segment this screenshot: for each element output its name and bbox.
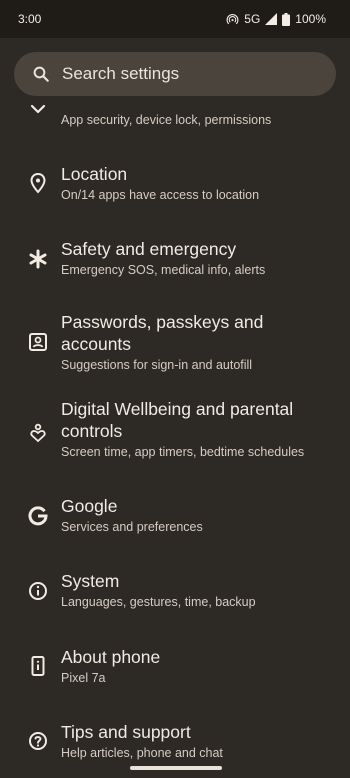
account-box-icon — [29, 333, 47, 351]
google-g-icon — [28, 506, 48, 526]
setting-title: Google — [61, 496, 118, 516]
setting-title: Digital Wellbeing and parental controls — [61, 399, 294, 441]
setting-subtitle: Suggestions for sign-in and autofill — [61, 358, 253, 372]
location-pin-icon — [30, 172, 46, 194]
setting-subtitle: Emergency SOS, medical info, alerts — [61, 263, 266, 277]
setting-item-safety[interactable]: Safety and emergency Emergency SOS, medi… — [0, 233, 350, 289]
setting-item-about-phone[interactable]: About phone Pixel 7a — [0, 646, 350, 702]
setting-item-security[interactable]: App security, device lock, permissions — [0, 96, 350, 136]
battery-icon — [282, 12, 291, 26]
status-bar: 3:00 5G 100% — [0, 0, 350, 38]
setting-subtitle: Services and preferences — [61, 520, 203, 534]
status-time: 3:00 — [18, 12, 42, 26]
hotspot-icon — [226, 13, 239, 24]
phone-info-icon — [31, 656, 45, 676]
search-bar[interactable]: Search settings — [14, 52, 336, 96]
wellbeing-icon — [30, 423, 46, 443]
setting-item-location[interactable]: Location On/14 apps have access to locat… — [0, 158, 350, 214]
setting-item-passwords[interactable]: Passwords, passkeys and accounts Suggest… — [0, 308, 350, 386]
setting-item-digital-wellbeing[interactable]: Digital Wellbeing and parental controls … — [0, 399, 350, 474]
home-gesture-bar[interactable] — [130, 766, 222, 770]
setting-subtitle: Screen time, app timers, bedtime schedul… — [61, 445, 305, 459]
battery-percent: 100% — [295, 12, 326, 26]
setting-subtitle: App security, device lock, permissions — [61, 113, 272, 127]
search-icon — [33, 66, 49, 82]
info-icon — [29, 582, 47, 600]
status-icons: 5G 100% — [226, 12, 326, 26]
asterisk-icon — [29, 249, 47, 269]
search-placeholder: Search settings — [62, 64, 180, 83]
settings-list[interactable]: App security, device lock, permissions L… — [0, 96, 350, 778]
setting-subtitle: Pixel 7a — [61, 671, 106, 685]
setting-title: Passwords, passkeys and accounts — [61, 312, 264, 354]
setting-item-google[interactable]: Google Services and preferences — [0, 494, 350, 550]
setting-title: Safety and emergency — [61, 239, 237, 259]
network-type-label: 5G — [244, 12, 261, 26]
signal-icon — [265, 13, 278, 25]
setting-title: Location — [61, 164, 128, 184]
setting-title: Tips and support — [61, 722, 191, 742]
setting-subtitle: Help articles, phone and chat — [61, 746, 223, 760]
setting-title: About phone — [61, 647, 161, 667]
setting-subtitle: On/14 apps have access to location — [61, 188, 260, 202]
setting-subtitle: Languages, gestures, time, backup — [61, 595, 256, 609]
setting-title: System — [61, 571, 120, 591]
help-circle-icon — [29, 732, 47, 750]
security-chevron-icon — [30, 104, 46, 114]
setting-item-system[interactable]: System Languages, gestures, time, backup — [0, 570, 350, 626]
